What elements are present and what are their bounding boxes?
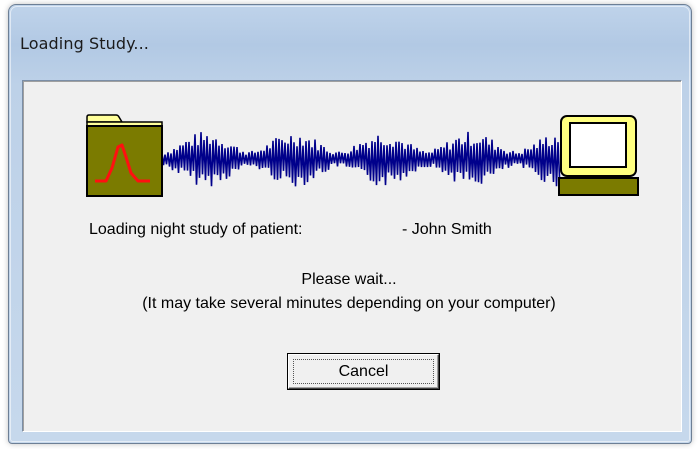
waveform-graphic xyxy=(161,131,561,187)
folder-icon xyxy=(86,114,163,197)
loading-study-dialog: Loading Study... Loading night study of … xyxy=(0,0,698,449)
computer-icon xyxy=(558,115,639,196)
cancel-button-label: Cancel xyxy=(338,362,389,380)
loading-animation xyxy=(86,114,639,197)
cancel-button[interactable]: Cancel xyxy=(288,354,439,389)
wait-note-text: (It may take several minutes depending o… xyxy=(142,295,556,312)
patient-label: Loading night study of patient: xyxy=(89,221,303,238)
window-title: Loading Study... xyxy=(20,34,149,53)
patient-name: - John Smith xyxy=(402,221,492,238)
please-wait-text: Please wait... xyxy=(301,271,397,288)
